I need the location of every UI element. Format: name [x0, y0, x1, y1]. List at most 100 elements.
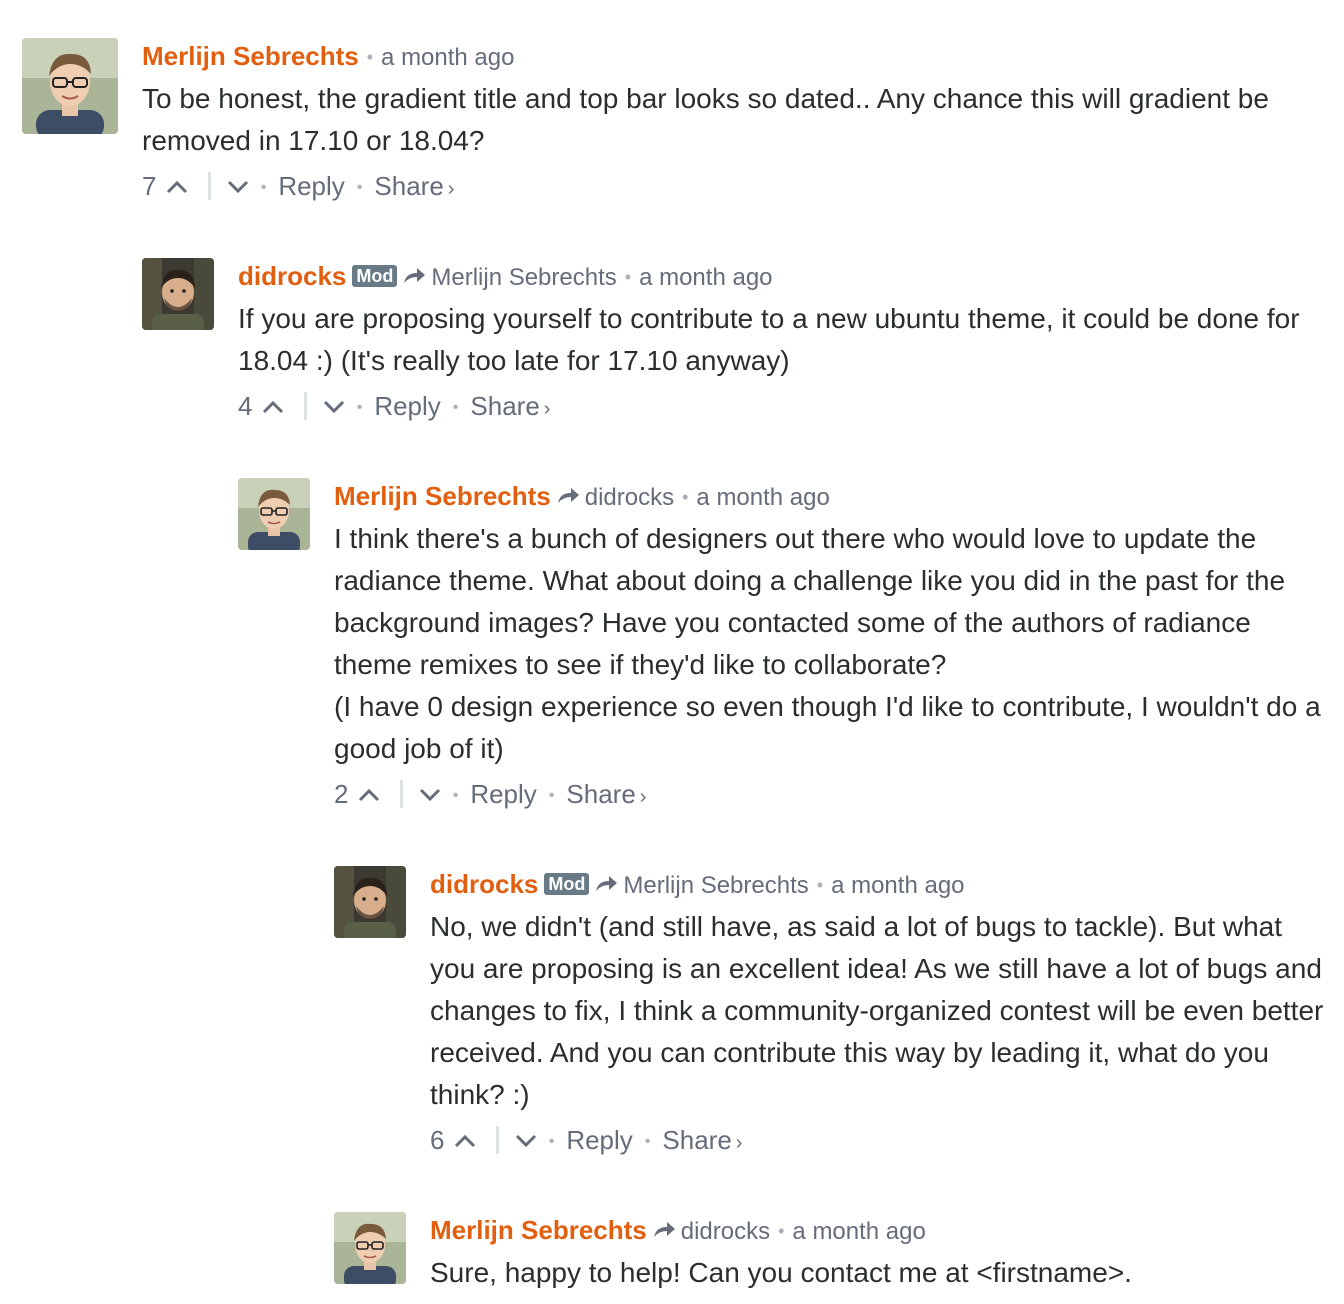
author-name[interactable]: didrocks	[238, 261, 346, 291]
reply-arrow-icon	[596, 876, 618, 891]
reply-link[interactable]: Reply	[278, 171, 344, 201]
avatar[interactable]	[22, 38, 118, 134]
separator-dot: •	[548, 1133, 555, 1150]
share-label: Share	[374, 171, 444, 201]
vote-divider	[495, 1126, 499, 1154]
vote-count: 7	[142, 171, 157, 201]
comment-paragraph: To be honest, the gradient title and top…	[142, 83, 1269, 156]
chevron-right-icon: ›	[639, 786, 647, 808]
avatar[interactable]	[142, 258, 214, 330]
parent-author[interactable]: didrocks	[585, 484, 674, 511]
comment-footer: 2 • Reply • Share ›	[334, 774, 1334, 814]
timestamp[interactable]: a month ago	[696, 484, 829, 511]
downvote-icon[interactable]	[419, 788, 441, 802]
separator-dot: •	[452, 399, 459, 416]
downvote-icon[interactable]	[227, 180, 249, 194]
comment-header: didrocks Mod Merlijn Sebrechts • a month ago	[238, 258, 1328, 294]
comment-body: Merlijn Sebrechts didrocks • a month ago I …	[334, 478, 1334, 814]
timestamp[interactable]: a month ago	[792, 1218, 925, 1245]
mod-badge: Mod	[544, 873, 590, 895]
reply-link[interactable]: Reply	[470, 779, 536, 809]
timestamp[interactable]: a month ago	[381, 44, 514, 71]
share-link[interactable]: Share ›	[662, 1125, 742, 1155]
avatar[interactable]	[334, 1212, 406, 1284]
separator-dot: •	[644, 1133, 651, 1150]
chevron-right-icon: ›	[543, 398, 551, 420]
comment-footer: 6 • Reply • Share ›	[430, 1120, 1330, 1160]
author-name[interactable]: Merlijn Sebrechts	[334, 481, 551, 511]
reply-arrow-icon	[557, 488, 579, 503]
comment-text: I think there's a bunch of designers out…	[334, 518, 1334, 770]
share-label: Share	[662, 1125, 732, 1155]
separator-dot: •	[260, 179, 267, 196]
separator-dot: •	[624, 267, 632, 287]
share-link[interactable]: Share ›	[566, 779, 646, 809]
downvote-icon[interactable]	[515, 1134, 537, 1148]
vote-count: 2	[334, 779, 349, 809]
comment-paragraph: No, we didn't (and still have, as said a…	[430, 911, 1324, 1110]
reply-arrow-icon	[653, 1222, 675, 1237]
upvote-icon[interactable]	[262, 400, 284, 414]
comment-text: Sure, happy to help! Can you contact me …	[430, 1252, 1330, 1294]
comment-paragraph: I think there's a bunch of designers out…	[334, 523, 1286, 680]
comment-header: Merlijn Sebrechts didrocks • a month ago	[334, 478, 1334, 514]
author-name[interactable]: Merlijn Sebrechts	[142, 41, 359, 71]
chevron-right-icon: ›	[447, 178, 455, 200]
comment-body: Merlijn Sebrechts • a month ago To be hone…	[142, 38, 1312, 206]
vote-count: 6	[430, 1125, 445, 1155]
timestamp[interactable]: a month ago	[639, 264, 772, 291]
upvote-icon[interactable]	[166, 180, 188, 194]
share-label: Share	[566, 779, 636, 809]
comment-body: didrocks Mod Merlijn Sebrechts • a month ago…	[430, 866, 1330, 1160]
vote-count: 4	[238, 391, 253, 421]
comment-paragraph: Sure, happy to help! Can you contact me …	[430, 1257, 1132, 1288]
vote-divider	[399, 780, 403, 808]
avatar[interactable]	[238, 478, 310, 550]
reply-link[interactable]: Reply	[566, 1125, 632, 1155]
parent-author[interactable]: Merlijn Sebrechts	[623, 872, 808, 899]
separator-dot: •	[682, 487, 689, 507]
upvote-icon[interactable]	[358, 788, 380, 802]
comment-paragraph: (I have 0 design experience so even thou…	[334, 691, 1321, 764]
merlijn-avatar-icon	[22, 38, 118, 134]
reply-link[interactable]: Reply	[374, 391, 440, 421]
author-name[interactable]: didrocks	[430, 869, 538, 899]
comment-text: To be honest, the gradient title and top…	[142, 78, 1312, 162]
comment-header: Merlijn Sebrechts • a month ago	[142, 38, 1312, 74]
vote-divider	[303, 392, 307, 420]
comment-footer: 7 • Reply • Share ›	[142, 166, 1312, 206]
mod-badge: Mod	[352, 265, 398, 287]
timestamp[interactable]: a month ago	[831, 872, 964, 899]
share-link[interactable]: Share ›	[374, 171, 454, 201]
reply-arrow-icon	[404, 268, 426, 283]
parent-author[interactable]: didrocks	[681, 1218, 770, 1245]
separator-dot: •	[452, 787, 459, 804]
vote-divider	[207, 172, 211, 200]
separator-dot: •	[548, 787, 555, 804]
comment-body: didrocks Mod Merlijn Sebrechts • a month ago…	[238, 258, 1328, 426]
merlijn-avatar-icon	[334, 1212, 406, 1284]
separator-dot: •	[816, 875, 824, 895]
author-name[interactable]: Merlijn Sebrechts	[430, 1215, 647, 1245]
upvote-icon[interactable]	[454, 1134, 476, 1148]
share-link[interactable]: Share ›	[470, 391, 550, 421]
didrocks-avatar-icon	[334, 866, 406, 938]
separator-dot: •	[778, 1221, 785, 1241]
comment-text: No, we didn't (and still have, as said a…	[430, 906, 1330, 1116]
share-label: Share	[470, 391, 540, 421]
avatar[interactable]	[334, 866, 406, 938]
comment-thread: Merlijn Sebrechts • a month ago To be hone…	[0, 0, 1344, 1304]
separator-dot: •	[366, 47, 374, 67]
merlijn-avatar-icon	[238, 478, 310, 550]
comment-body: Merlijn Sebrechts didrocks • a month ago Su…	[430, 1212, 1330, 1294]
parent-author[interactable]: Merlijn Sebrechts	[431, 264, 616, 291]
comment-header: Merlijn Sebrechts didrocks • a month ago	[430, 1212, 1330, 1248]
chevron-right-icon: ›	[735, 1132, 743, 1154]
separator-dot: •	[356, 399, 363, 416]
comment-text: If you are proposing yourself to contrib…	[238, 298, 1328, 382]
separator-dot: •	[356, 179, 363, 196]
comment-paragraph: If you are proposing yourself to contrib…	[238, 303, 1300, 376]
downvote-icon[interactable]	[323, 400, 345, 414]
didrocks-avatar-icon	[142, 258, 214, 330]
comment-footer: 4 • Reply • Share ›	[238, 386, 1328, 426]
